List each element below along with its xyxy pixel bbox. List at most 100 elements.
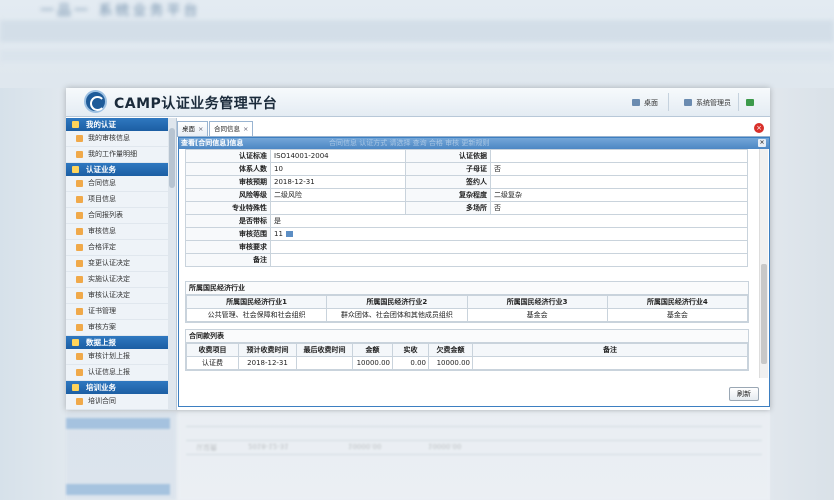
app-window: CAMP认证业务管理平台 桌面 系统管理员 我的认证 我的审核信息 我的工作量明… [66,88,770,410]
sidebar-scroll-thumb[interactable] [169,128,175,188]
sidebar-item[interactable]: 审核认证决定 [66,288,168,304]
sidebar-item[interactable]: 培训合同 [66,394,168,410]
camp-logo-icon [84,90,107,113]
reflection-text: 2018-12-31 [248,442,289,450]
field-label: 子母证 [405,162,491,176]
column-header: 所属国民经济行业1 [185,295,328,309]
logout-button[interactable] [746,96,756,110]
table-row: 公共管理、社会保障和社会组织 群众团体、社会团体和其他成员组织 基金会 基金会 [185,308,749,322]
tab-contract-info[interactable]: 合同信息 × [209,121,254,136]
sidebar-section: 培训业务 培训合同 [66,381,176,410]
payments-block: 合同款列表 收费项目 预计收费时间 最后收费时间 金额 实收 欠费金额 备注 认… [185,329,749,371]
audit-scope-cell: 11 [270,227,748,241]
header-divider [668,93,669,111]
field-label: 风险等级 [185,188,271,202]
sidebar-item[interactable]: 变更认证决定 [66,256,168,272]
field-value [490,175,748,189]
sidebar-section-title[interactable]: 数据上报 [66,336,168,349]
view-dialog: 查看[合同信息]信息 合同信息 认证方式 请选择 查询 合格 审核 更新规则 ×… [178,137,770,407]
table-cell: 2018-12-31 [238,356,297,370]
sidebar-section-title[interactable]: 培训业务 [66,381,168,394]
dialog-scroll-thumb[interactable] [761,264,767,364]
user-icon [684,99,692,106]
calendar-icon[interactable] [285,231,293,237]
field-label: 是否带标 [185,214,271,228]
field-value [270,201,406,215]
reflection-row [186,426,762,437]
form-row: 审核预期 2018-12-31 签约人 [185,175,748,189]
desktop-label: 桌面 [644,99,658,107]
field-label: 签约人 [405,175,491,189]
blurred-title: 一品一 系统业务平台 [40,3,201,19]
user-button[interactable]: 系统管理员 [684,96,731,110]
field-value: 二级复杂 [490,188,748,202]
table-cell [472,356,748,370]
blurred-toolbar [0,50,834,62]
sidebar-item[interactable]: 实施认证决定 [66,272,168,288]
field-label: 审核要求 [185,240,271,254]
desktop-icon [632,99,640,106]
field-value: 11 [274,230,283,238]
sidebar: 我的认证 我的审核信息 我的工作量明细 认证业务 合同信息 项目信息 合同报列表… [66,118,177,410]
close-all-icon[interactable]: × [754,123,764,133]
column-header: 最后收费时间 [296,343,353,357]
sidebar-item[interactable]: 审核计划上报 [66,349,168,365]
form-row: 是否带标是 [185,214,748,228]
sidebar-item[interactable]: 合同信息 [66,176,168,192]
table-cell: 0.00 [392,356,429,370]
table-cell: 基金会 [466,308,608,322]
sidebar-section-title[interactable]: 认证业务 [66,163,168,176]
field-value: ISO14001-2004 [270,149,406,163]
payments-table: 收费项目 预计收费时间 最后收费时间 金额 实收 欠费金额 备注 认证费 201… [186,343,748,370]
tab-close-icon[interactable]: × [243,125,248,133]
industry-table: 所属国民经济行业1 所属国民经济行业2 所属国民经济行业3 所属国民经济行业4 … [185,295,749,322]
industry-block: 所属国民经济行业 所属国民经济行业1 所属国民经济行业2 所属国民经济行业3 所… [185,281,749,323]
reflection-section-bar [66,484,170,495]
dialog-scrollbar[interactable] [759,149,768,378]
field-label: 多场所 [405,201,491,215]
reflection-text: 10000.00 [348,442,382,450]
field-label: 审核范围 [185,227,271,241]
field-value: 2018-12-31 [270,175,406,189]
desktop-button[interactable]: 桌面 [632,96,658,110]
ghost-toolbar-text: 合同信息 认证方式 请选择 查询 合格 审核 更新规则 [329,139,490,147]
field-label: 审核预期 [185,175,271,189]
tab-desktop[interactable]: 桌面 × [177,121,209,136]
table-cell: 公共管理、社会保障和社会组织 [185,308,328,322]
refresh-button[interactable]: 刷新 [729,387,759,401]
sidebar-item[interactable]: 证书管理 [66,304,168,320]
sidebar-item[interactable]: 项目信息 [66,192,168,208]
table-cell: 基金会 [606,308,749,322]
app-header: CAMP认证业务管理平台 桌面 系统管理员 [66,88,770,117]
sidebar-section: 认证业务 合同信息 项目信息 合同报列表 审核信息 合格评定 变更认证决定 实施… [66,163,176,336]
field-label: 体系人数 [185,162,271,176]
user-label: 系统管理员 [696,99,731,107]
sidebar-item[interactable]: 审核信息 [66,224,168,240]
sidebar-item[interactable]: 合格评定 [66,240,168,256]
sidebar-item[interactable]: 合同报列表 [66,208,168,224]
column-header: 备注 [472,343,748,357]
right-background-fade [770,88,834,500]
tab-close-icon[interactable]: × [198,125,203,133]
logout-icon [746,99,754,106]
industry-title: 所属国民经济行业 [186,282,748,295]
sidebar-section: 数据上报 审核计划上报 认证信息上报 [66,336,176,381]
sidebar-item[interactable]: 审核方案 [66,320,168,336]
tab-label: 桌面 [182,125,195,133]
column-header: 所属国民经济行业2 [326,295,468,309]
tab-bar: 桌面 × 合同信息 × × [177,120,770,137]
form-row: 风险等级 二级风险 复杂程度 二级复杂 [185,188,748,202]
column-header: 实收 [392,343,429,357]
sidebar-item[interactable]: 认证信息上报 [66,365,168,381]
reflection-row [186,454,762,465]
sidebar-item[interactable]: 我的工作量明细 [66,147,168,163]
left-background-fade [0,88,66,500]
form-row: 认证标准 ISO14001-2004 认证依据 [185,149,748,163]
sidebar-section-title[interactable]: 我的认证 [66,118,168,131]
main-content: 桌面 × 合同信息 × × 查看[合同信息]信息 合同信息 认证方式 请选择 查询 … [177,118,770,410]
table-header-row: 所属国民经济行业1 所属国民经济行业2 所属国民经济行业3 所属国民经济行业4 [185,295,749,309]
dialog-close-icon[interactable]: × [758,139,766,147]
field-value: 否 [490,162,748,176]
sidebar-item[interactable]: 我的审核信息 [66,131,168,147]
sidebar-scrollbar[interactable] [168,118,176,410]
